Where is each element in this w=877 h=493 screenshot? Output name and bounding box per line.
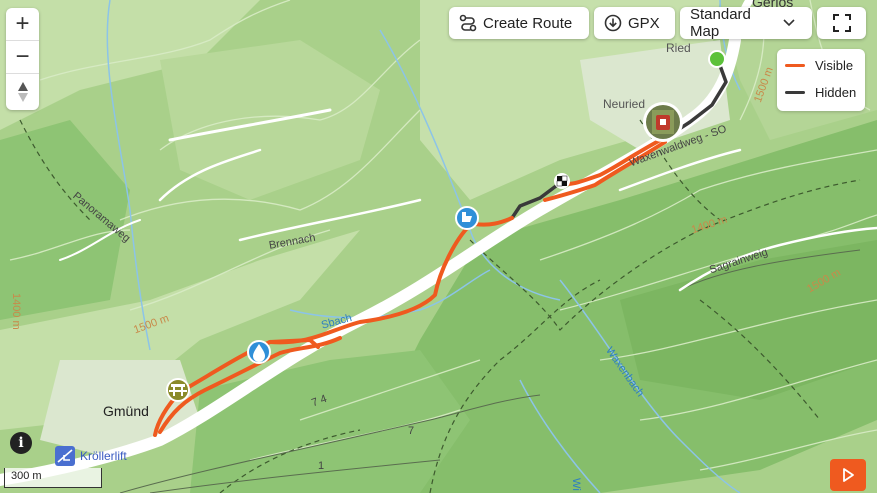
place-label-gmund: Gmünd xyxy=(103,403,149,419)
poi-label-krollerlift: Kröllerlift xyxy=(80,449,127,463)
legend-swatch xyxy=(785,91,805,94)
zoom-out-button[interactable]: − xyxy=(6,41,39,74)
chevron-down-icon xyxy=(783,19,795,27)
legend-label: Hidden xyxy=(815,85,857,100)
plus-icon: + xyxy=(15,10,30,37)
map-style-select[interactable]: Standard Map xyxy=(680,6,812,40)
water-drop-icon xyxy=(247,340,271,364)
route-icon xyxy=(459,14,477,32)
legend-item-hidden: Hidden xyxy=(785,85,856,100)
create-route-label: Create Route xyxy=(483,14,573,32)
legend-label: Visible xyxy=(815,58,854,73)
download-icon xyxy=(604,14,622,32)
zoom-control: + − xyxy=(6,8,39,110)
trail-number-label: 7 xyxy=(408,425,415,437)
elevation-label: 1400 m xyxy=(10,293,22,330)
create-route-button[interactable]: Create Route xyxy=(449,7,589,39)
legend-swatch xyxy=(785,64,805,67)
minus-icon: − xyxy=(15,43,30,70)
map-style-label: Standard Map xyxy=(690,6,751,40)
scale-bar: 300 m xyxy=(4,468,102,488)
info-icon[interactable]: i xyxy=(10,432,32,454)
fullscreen-button[interactable] xyxy=(817,7,866,39)
gpx-download-button[interactable]: GPX xyxy=(594,7,675,39)
trail-number-label: 1 xyxy=(318,460,325,472)
route-start-marker xyxy=(708,50,726,68)
place-label-neuried: Neuried xyxy=(603,97,646,111)
place-label-ried: Ried xyxy=(666,41,691,55)
photo-marker xyxy=(643,102,683,142)
picnic-icon xyxy=(166,378,190,402)
map-canvas[interactable] xyxy=(0,0,877,493)
zoom-in-button[interactable]: + xyxy=(6,8,39,41)
legend-item-visible: Visible xyxy=(785,58,853,73)
play-button[interactable] xyxy=(830,459,866,491)
scale-label: 300 m xyxy=(11,470,42,482)
compass-icon xyxy=(17,82,28,102)
fullscreen-icon xyxy=(832,14,851,32)
play-icon xyxy=(843,468,854,482)
toilet-icon xyxy=(455,206,479,230)
compass-button[interactable] xyxy=(6,74,39,110)
route-legend: Visible Hidden xyxy=(777,49,865,111)
gpx-label: GPX xyxy=(628,14,660,32)
stream-label-partial: Wi xyxy=(570,478,582,491)
lift-icon xyxy=(55,446,75,466)
finish-flag-icon xyxy=(554,173,570,189)
